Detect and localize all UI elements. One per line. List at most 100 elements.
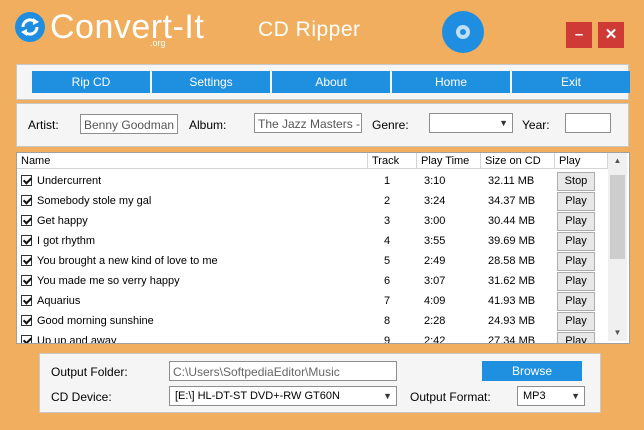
output-format-label: Output Format: — [410, 390, 491, 404]
home-button[interactable]: Home — [392, 71, 510, 93]
track-size: 27.34 MB — [488, 335, 536, 344]
track-number: 6 — [384, 275, 391, 287]
table-row: Up up and away 9 2:42 27.34 MB Play — [17, 331, 607, 344]
play-button[interactable]: Play — [557, 212, 595, 231]
play-button[interactable]: Play — [557, 272, 595, 291]
output-folder-field[interactable]: C:\Users\SoftpediaEditor\Music — [169, 361, 397, 381]
table-row: Somebody stole my gal 2 3:24 34.37 MB Pl… — [17, 191, 607, 211]
track-size: 34.37 MB — [488, 195, 536, 207]
track-number: 7 — [384, 295, 391, 307]
track-checkbox[interactable] — [21, 335, 32, 343]
close-button[interactable]: ✕ — [598, 22, 624, 48]
chevron-down-icon: ▼ — [383, 391, 392, 401]
track-time: 2:49 — [424, 255, 446, 267]
window-title: CD Ripper — [258, 18, 361, 41]
album-label: Album: — [189, 118, 227, 132]
track-time: 3:10 — [424, 175, 446, 187]
track-checkbox[interactable] — [21, 215, 32, 226]
album-field[interactable]: The Jazz Masters - 10 — [254, 113, 362, 133]
track-checkbox[interactable] — [21, 195, 32, 206]
scroll-down-icon[interactable]: ▼ — [608, 325, 627, 341]
track-name: Undercurrent — [37, 175, 102, 187]
track-time: 3:55 — [424, 235, 446, 247]
table-row: Aquarius 7 4:09 41.93 MB Play — [17, 291, 607, 311]
play-button[interactable]: Play — [557, 292, 595, 311]
track-size: 41.93 MB — [488, 295, 536, 307]
artist-field[interactable]: Benny Goodman — [80, 114, 178, 134]
browse-button[interactable]: Browse — [482, 361, 582, 381]
artist-label: Artist: — [28, 118, 59, 132]
play-button[interactable]: Play — [557, 252, 595, 271]
settings-button[interactable]: Settings — [152, 71, 270, 93]
play-button[interactable]: Play — [557, 192, 595, 211]
track-size: 39.69 MB — [488, 235, 536, 247]
track-size: 31.62 MB — [488, 275, 536, 287]
year-field[interactable] — [565, 113, 611, 133]
table-row: I got rhythm 4 3:55 39.69 MB Play — [17, 231, 607, 251]
column-header-track[interactable]: Track — [368, 153, 417, 169]
column-header-play-time[interactable]: Play Time — [417, 153, 481, 169]
cd-disc-icon — [442, 11, 484, 53]
refresh-logo-icon — [15, 12, 45, 42]
track-name: I got rhythm — [37, 235, 96, 247]
track-size: 28.58 MB — [488, 255, 536, 267]
chevron-down-icon: ▼ — [571, 391, 580, 401]
track-checkbox[interactable] — [21, 295, 32, 306]
track-name: Up up and away — [37, 335, 117, 344]
play-button[interactable]: Play — [557, 312, 595, 331]
track-size: 32.11 MB — [488, 175, 535, 187]
track-checkbox[interactable] — [21, 315, 32, 326]
cd-device-select[interactable]: [E:\] HL-DT-ST DVD+-RW GT60N ▼ — [169, 386, 397, 406]
track-checkbox[interactable] — [21, 255, 32, 266]
track-name: Somebody stole my gal — [37, 195, 152, 207]
app-domain: .org — [150, 38, 166, 48]
about-button[interactable]: About — [272, 71, 390, 93]
table-row: Good morning sunshine 8 2:28 24.93 MB Pl… — [17, 311, 607, 331]
track-number: 1 — [384, 175, 391, 187]
track-size: 30.44 MB — [488, 215, 536, 227]
track-number: 4 — [384, 235, 391, 247]
play-button[interactable]: Play — [557, 332, 595, 343]
track-time: 2:42 — [424, 335, 446, 344]
cd-device-label: CD Device: — [51, 390, 112, 404]
column-header-name[interactable]: Name — [17, 153, 368, 169]
track-table: Name Track Play Time Size on CD Play Und… — [16, 152, 630, 344]
app-name: Convert-It — [50, 8, 205, 46]
table-row: You brought a new kind of love to me 5 2… — [17, 251, 607, 271]
track-name: You made me so verry happy — [37, 275, 180, 287]
track-name: Good morning sunshine — [37, 315, 154, 327]
scroll-thumb[interactable] — [610, 175, 625, 259]
column-header-play[interactable]: Play — [555, 153, 608, 169]
track-checkbox[interactable] — [21, 235, 32, 246]
output-format-select[interactable]: MP3 ▼ — [517, 386, 585, 406]
output-folder-label: Output Folder: — [51, 365, 128, 379]
track-time: 4:09 — [424, 295, 446, 307]
title-bar: Convert-It .org CD Ripper – ✕ — [0, 0, 644, 62]
stop-button[interactable]: Stop — [557, 172, 595, 191]
track-number: 5 — [384, 255, 391, 267]
track-name: Aquarius — [37, 295, 81, 307]
column-header-size[interactable]: Size on CD — [481, 153, 555, 169]
table-row: Get happy 3 3:00 30.44 MB Play — [17, 211, 607, 231]
track-number: 2 — [384, 195, 391, 207]
year-label: Year: — [522, 118, 550, 132]
genre-label: Genre: — [372, 118, 409, 132]
cd-device-value: [E:\] HL-DT-ST DVD+-RW GT60N — [175, 390, 340, 402]
track-checkbox[interactable] — [21, 275, 32, 286]
table-row: You made me so verry happy 6 3:07 31.62 … — [17, 271, 607, 291]
genre-select[interactable]: ▼ — [429, 113, 513, 133]
track-number: 8 — [384, 315, 391, 327]
exit-button[interactable]: Exit — [512, 71, 630, 93]
chevron-down-icon: ▼ — [499, 118, 508, 128]
track-number: 9 — [384, 335, 391, 344]
scroll-up-icon[interactable]: ▲ — [608, 153, 627, 169]
track-time: 3:07 — [424, 275, 446, 287]
track-time: 3:24 — [424, 195, 446, 207]
track-name: You brought a new kind of love to me — [37, 255, 218, 267]
play-button[interactable]: Play — [557, 232, 595, 251]
vertical-scrollbar[interactable]: ▲ ▼ — [608, 153, 627, 341]
minimize-button[interactable]: – — [566, 22, 592, 48]
rip-cd-button[interactable]: Rip CD — [32, 71, 150, 93]
app-logo: Convert-It — [14, 10, 204, 44]
track-checkbox[interactable] — [21, 175, 32, 186]
